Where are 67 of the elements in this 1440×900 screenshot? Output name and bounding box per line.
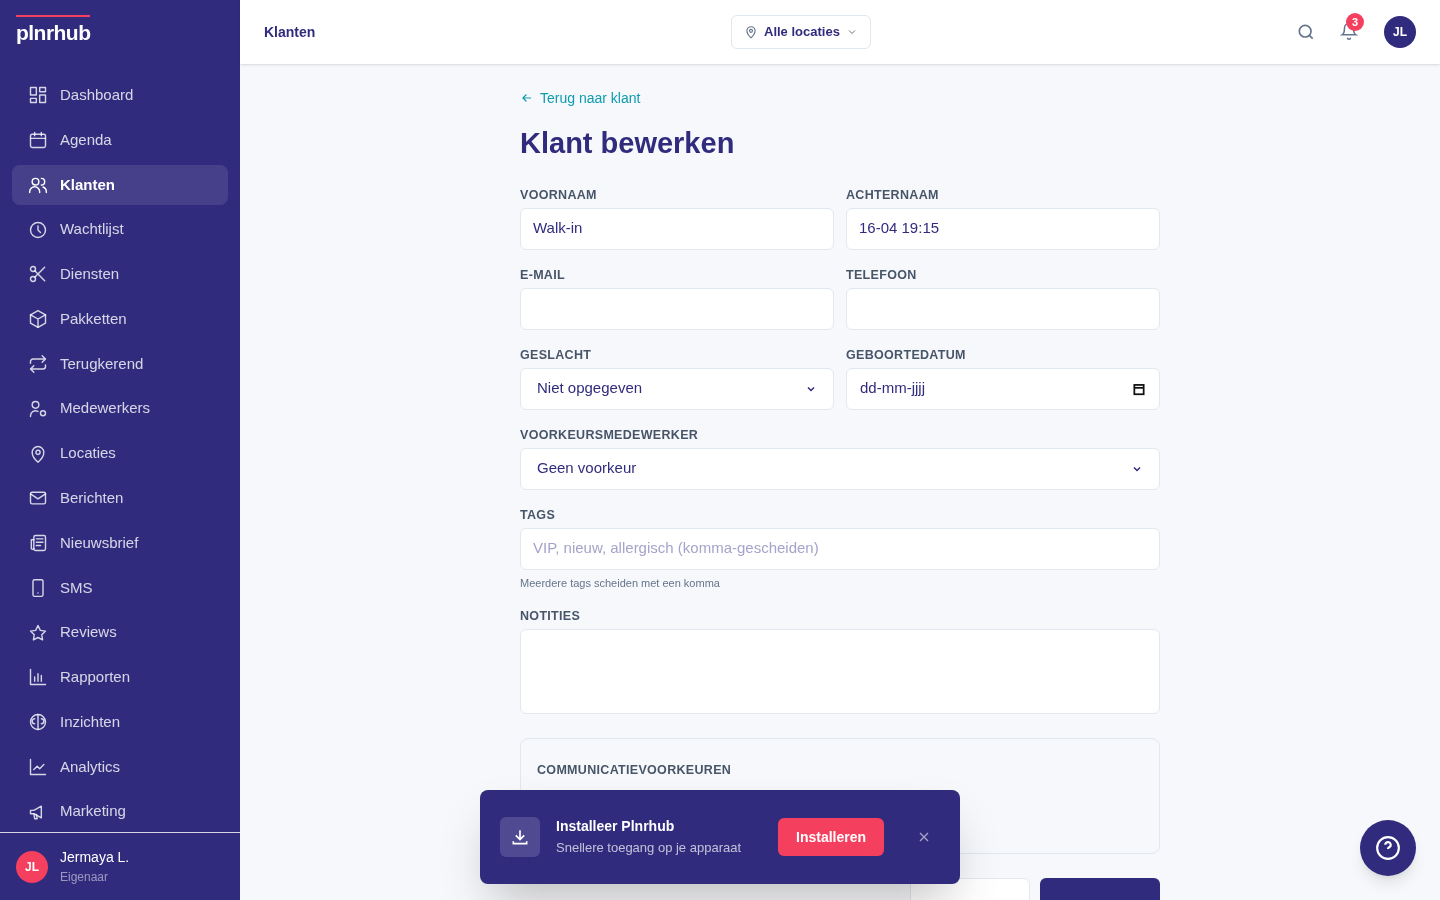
field-label: TAGS [520, 506, 557, 522]
arrow-left-icon [520, 91, 534, 105]
field-hint: Meerdere tags scheiden met een komma [520, 575, 721, 591]
banner-title: Installeer Plnrhub [556, 816, 676, 836]
install-button[interactable]: Installeren [778, 818, 885, 856]
sidebar-item[interactable]: Terugkerend [12, 343, 228, 385]
map-pin-icon [28, 443, 48, 464]
star-icon [28, 622, 48, 643]
select-field[interactable]: Niet opgegeven [520, 367, 834, 410]
sidebar-item[interactable]: Klanten [12, 164, 228, 206]
help-icon [1375, 835, 1401, 861]
sidebar-item[interactable]: Inzichten [12, 701, 228, 743]
input-field[interactable]: 16-04 19:15 [846, 207, 1160, 250]
map-pin-icon [744, 25, 758, 39]
calendar-icon [28, 130, 48, 151]
input-field[interactable] [846, 287, 1160, 330]
sidebar-item[interactable]: Analytics [12, 746, 228, 788]
sidebar-item[interactable]: Marketing [12, 791, 228, 832]
sidebar-item[interactable]: Medewerkers [12, 388, 228, 430]
user-avatar[interactable]: JL [16, 850, 48, 883]
bar-chart-icon [28, 667, 48, 688]
user-name: Jermaya L. [60, 848, 130, 867]
field-label: ACHTERNAAM [846, 186, 940, 202]
sidebar-item[interactable]: Rapporten [12, 656, 228, 698]
sidebar-item[interactable]: Reviews [12, 612, 228, 653]
newspaper-icon [28, 533, 48, 554]
field-label: GESLACHT [520, 346, 593, 362]
field-label: VOORKEURSMEDEWERKER [520, 426, 700, 442]
search-icon[interactable] [1296, 22, 1316, 42]
sidebar-item[interactable]: Dashboard [12, 75, 228, 116]
user-gear-icon [28, 398, 48, 419]
sidebar-item[interactable]: Berichten [12, 477, 228, 519]
grid-icon [28, 85, 48, 106]
calendar-icon [1132, 381, 1146, 396]
sidebar-item[interactable]: Diensten [12, 254, 228, 295]
sidebar-item[interactable]: Locaties [12, 433, 228, 474]
page-header-title: Klanten [264, 22, 317, 42]
box-icon [28, 309, 48, 330]
notes-field[interactable] [520, 629, 1160, 714]
date-field[interactable]: dd-mm-jjjj [846, 367, 1160, 410]
brand-logo: plnrhub [16, 15, 91, 49]
sidebar-item[interactable]: Nieuwsbrief [12, 522, 228, 564]
field-label: VOORNAAM [520, 186, 598, 202]
download-icon [500, 817, 540, 857]
section-title: COMMUNICATIEVOORKEUREN [537, 763, 732, 777]
sidebar-item[interactable]: Agenda [12, 119, 228, 161]
user-avatar[interactable]: JL [1384, 16, 1416, 48]
select-field[interactable]: Geen voorkeur [520, 447, 1160, 490]
page-title: Klant bewerken [520, 126, 736, 161]
user-role: Eigenaar [60, 869, 110, 886]
sidebar-item[interactable]: Wachtlijst [12, 209, 228, 251]
scissors-icon [28, 264, 48, 285]
sidebar-item[interactable]: Pakketten [12, 298, 228, 340]
clock-icon [28, 219, 48, 240]
banner-subtitle: Snellere toegang op je apparaat [556, 838, 743, 857]
field-label: TELEFOON [846, 266, 918, 282]
location-dropdown[interactable]: Alle locaties [731, 15, 871, 49]
field-label: GEBOORTEDATUM [846, 346, 967, 362]
repeat-icon [28, 353, 48, 374]
notification-badge: 3 [1346, 13, 1364, 31]
input-field[interactable]: Walk-in [520, 207, 834, 250]
line-chart-icon [28, 756, 48, 777]
help-button[interactable] [1360, 820, 1416, 876]
input-field[interactable] [520, 287, 834, 330]
field-label: E-MAIL [520, 266, 566, 282]
sidebar-item[interactable]: SMS [12, 567, 228, 609]
field-label: NOTITIES [520, 608, 582, 623]
